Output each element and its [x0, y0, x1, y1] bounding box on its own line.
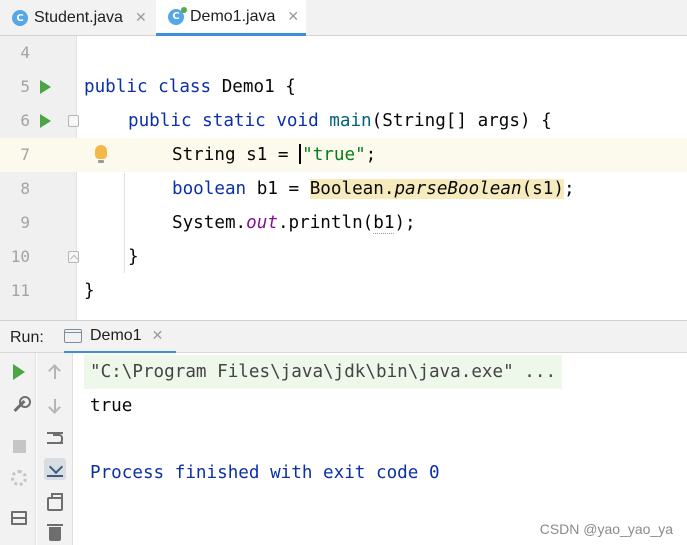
fold-icon[interactable] [68, 115, 79, 127]
run-gutter-icon[interactable] [40, 114, 51, 128]
layout-icon [11, 511, 27, 525]
line-number: 6 [20, 111, 30, 130]
arrow-down-icon [49, 399, 61, 413]
code-text: public static void main(String[] args) { [128, 111, 552, 131]
code-text: boolean b1 = Boolean.parseBoolean(s1); [172, 179, 575, 199]
print-icon [47, 493, 63, 511]
code-line[interactable]: 5 public class Demo1 { [0, 70, 687, 104]
print-button[interactable] [44, 493, 66, 515]
run-toolbar-primary [0, 353, 36, 545]
line-number: 4 [20, 43, 30, 62]
code-line[interactable]: 4 [0, 36, 687, 70]
clear-all-button[interactable] [44, 523, 66, 545]
tab-label: Student.java [34, 9, 123, 26]
close-icon[interactable]: ✕ [135, 10, 147, 26]
watermark: CSDN @yao_yao_ya [539, 521, 673, 537]
run-toolbar-secondary [37, 353, 73, 545]
scroll-to-end-button[interactable] [44, 458, 66, 480]
code-text: String s1 = "true"; [172, 144, 377, 165]
class-file-icon: C [12, 10, 28, 26]
scroll-down-button[interactable] [44, 395, 66, 417]
stop-icon [12, 439, 26, 453]
rerun-button[interactable] [8, 361, 30, 383]
code-line[interactable]: 9 System.out.println(b1); [0, 206, 687, 240]
run-gutter-icon[interactable] [40, 80, 51, 94]
line-number: 11 [10, 281, 30, 300]
run-console[interactable]: "C:\Program Files\java\jdk\bin\java.exe"… [0, 353, 687, 545]
code-text: } [84, 281, 95, 301]
line-number: 10 [10, 247, 30, 266]
indent-guide [124, 173, 125, 273]
console-exit-message: Process finished with exit code 0 [90, 463, 440, 483]
layout-button[interactable] [8, 507, 30, 529]
wrench-icon [11, 396, 31, 412]
line-number: 7 [20, 145, 30, 164]
debug-settings-button[interactable] [8, 467, 30, 489]
console-command-line: "C:\Program Files\java\jdk\bin\java.exe"… [84, 355, 563, 389]
console-output-line: true [90, 396, 133, 416]
gear-icon [11, 470, 27, 486]
tab-demo1-java[interactable]: C Demo1.java ✕ [156, 0, 306, 36]
code-text: System.out.println(b1); [172, 213, 416, 234]
code-editor[interactable]: 4 5 public class Demo1 { 6 public static… [0, 36, 687, 320]
run-tab-label: Demo1 [90, 327, 142, 344]
code-line-current[interactable]: 7 String s1 = "true"; [0, 138, 687, 172]
editor-tab-bar: C Student.java ✕ C Demo1.java ✕ [0, 0, 687, 36]
line-number: 8 [20, 179, 30, 198]
run-label: Run: [10, 329, 44, 346]
lightbulb-icon[interactable] [95, 145, 107, 163]
tab-label: Demo1.java [190, 7, 276, 25]
arrow-up-icon [49, 365, 61, 379]
text-caret [299, 144, 302, 164]
line-number: 5 [20, 77, 30, 96]
scroll-up-button[interactable] [44, 361, 66, 383]
close-icon[interactable]: ✕ [287, 9, 299, 25]
stop-button[interactable] [8, 435, 30, 457]
scroll-to-end-icon [47, 461, 63, 477]
soft-wrap-icon [47, 431, 63, 445]
code-line[interactable]: 11 } [0, 274, 687, 308]
code-line[interactable]: 8 boolean b1 = Boolean.parseBoolean(s1); [0, 172, 687, 206]
code-line[interactable]: 10 } [0, 240, 687, 274]
soft-wrap-button[interactable] [44, 427, 66, 449]
class-file-icon: C [168, 6, 187, 25]
code-text: } [128, 247, 139, 267]
run-icon [13, 364, 25, 380]
fold-icon[interactable] [68, 251, 79, 263]
code-text: public class Demo1 { [84, 77, 296, 97]
tab-student-java[interactable]: C Student.java ✕ [12, 0, 160, 36]
edit-configuration-button[interactable] [8, 393, 31, 415]
code-line[interactable]: 6 public static void main(String[] args)… [0, 104, 687, 138]
console-icon [64, 329, 82, 343]
inspection-highlight[interactable]: Boolean.parseBoolean(s1) [309, 179, 564, 199]
close-icon[interactable]: ✕ [152, 328, 164, 344]
line-number: 9 [20, 213, 30, 232]
run-tab-demo1[interactable]: Demo1 ✕ [64, 321, 176, 354]
trash-icon [47, 524, 63, 541]
run-panel-header: Run: Demo1 ✕ [0, 320, 687, 354]
